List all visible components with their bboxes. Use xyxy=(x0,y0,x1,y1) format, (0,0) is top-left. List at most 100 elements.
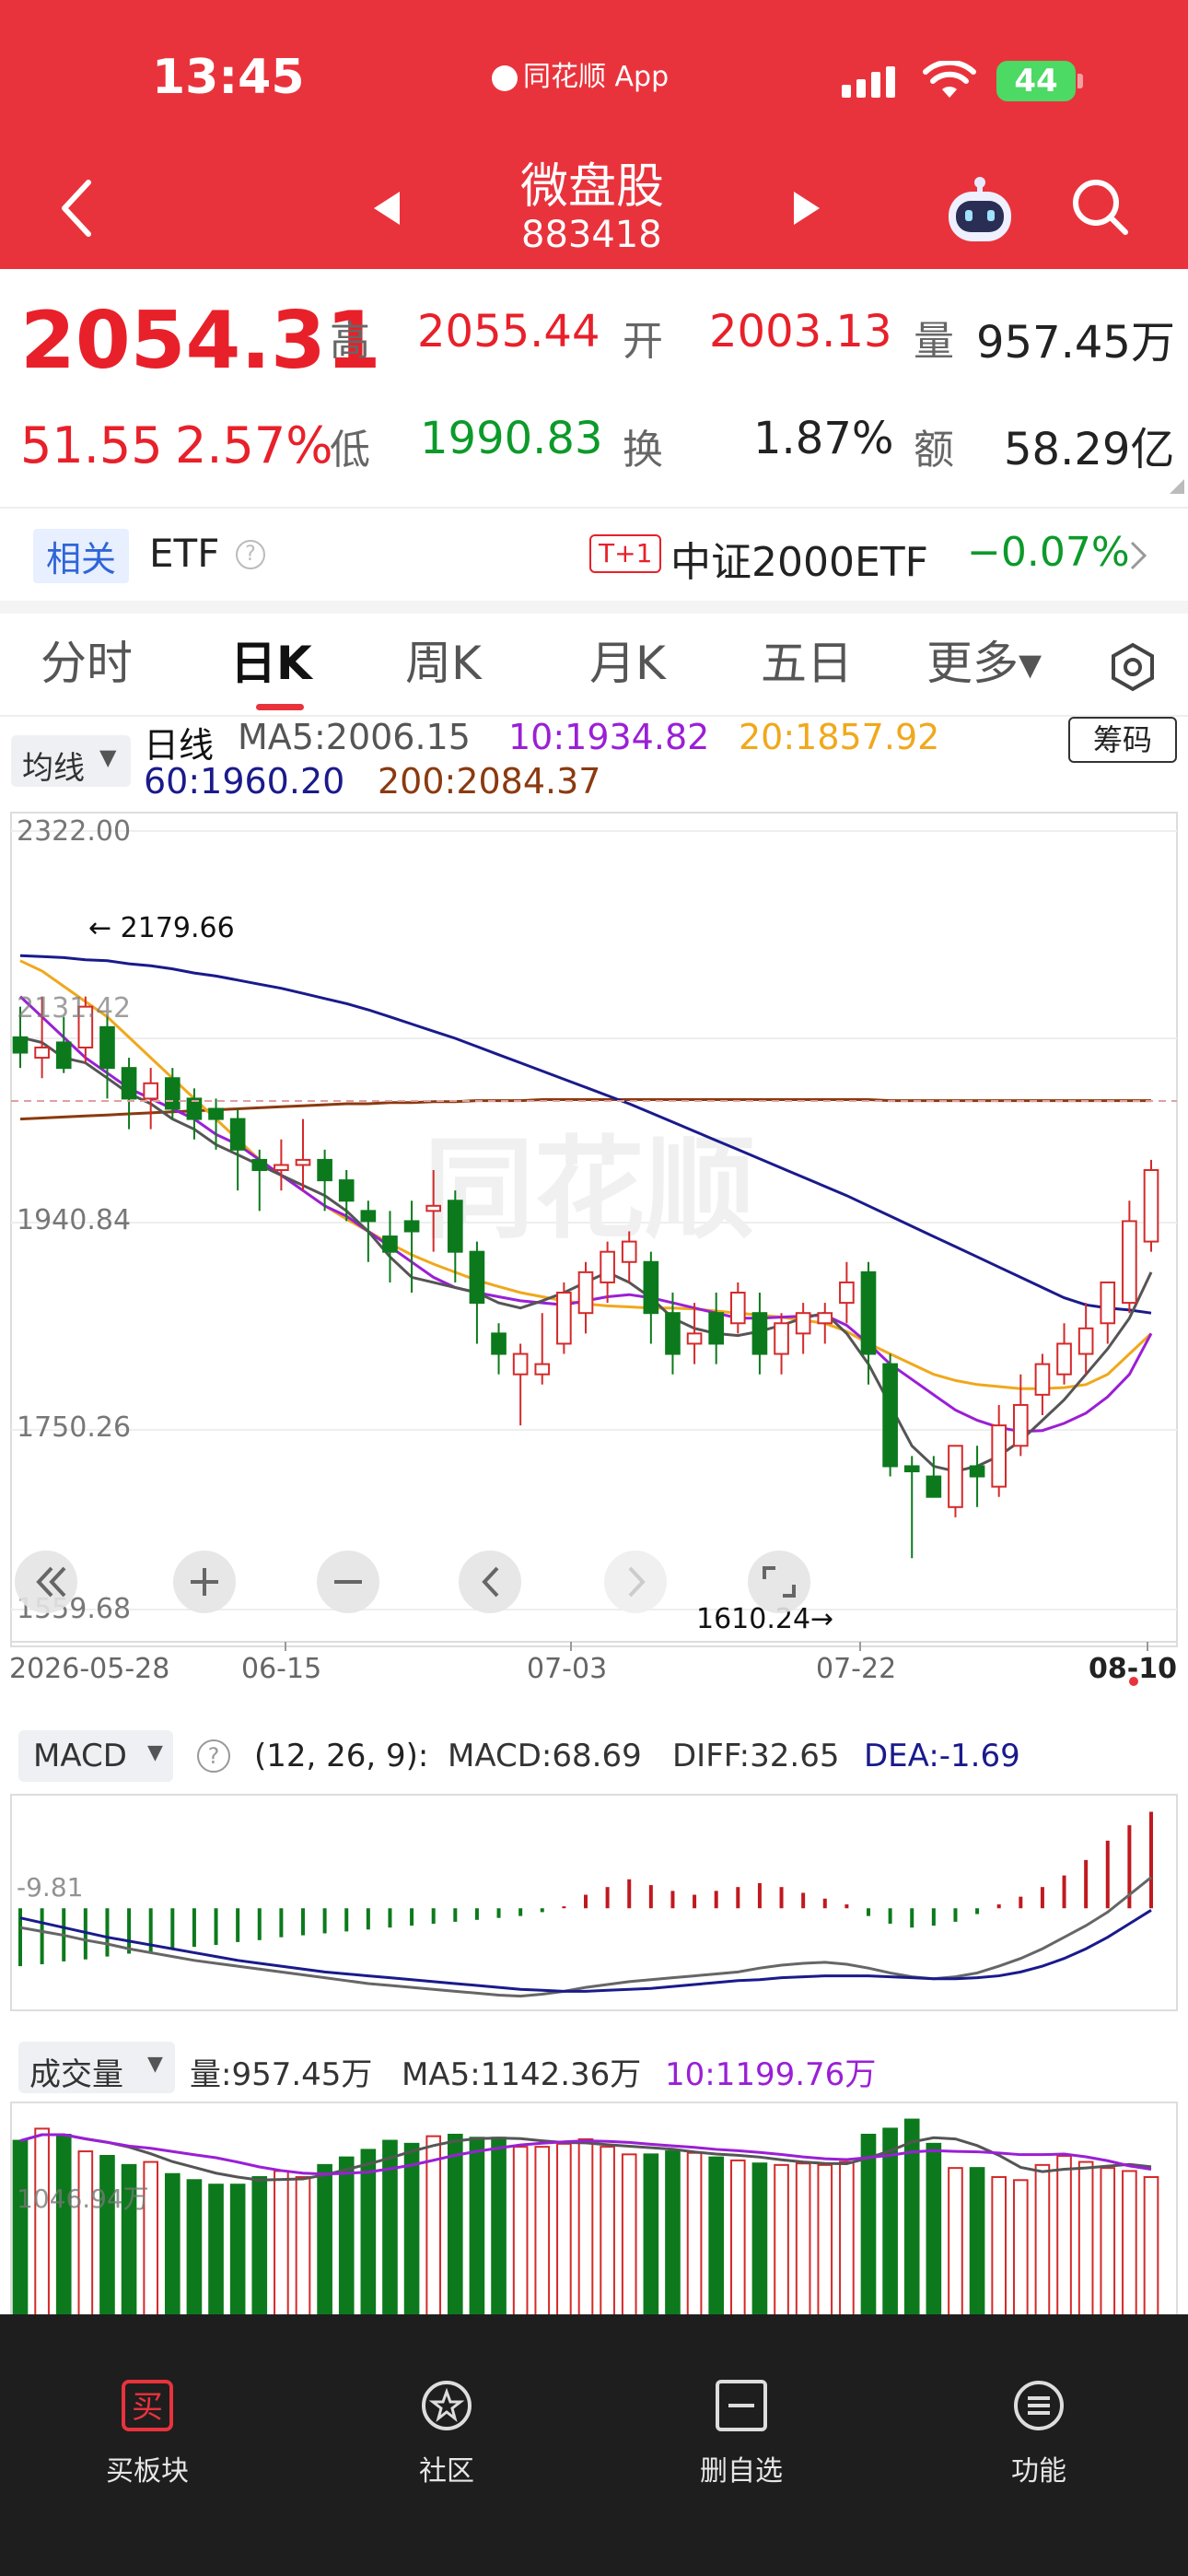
remove-watchlist-icon xyxy=(716,2380,767,2431)
candle-up xyxy=(143,1082,159,1100)
candle-down xyxy=(251,1158,268,1172)
volume-bar-down xyxy=(643,2153,659,2326)
volume-bar-up xyxy=(1143,2176,1159,2326)
candle-down xyxy=(643,1260,659,1315)
turnover-value: 1.87% xyxy=(753,413,894,464)
community-icon xyxy=(422,2381,472,2430)
next-stock-icon[interactable] xyxy=(790,190,823,227)
kline-chart[interactable]: 同花顺 2322.00 1940.84 1750.26 1559.68 2131… xyxy=(0,803,1188,1660)
volume-bar-up xyxy=(991,2176,1007,2326)
signal-icon xyxy=(842,66,895,98)
fullscreen-button[interactable] xyxy=(748,1551,810,1613)
volume-bar-up xyxy=(534,2146,551,2327)
candle-up xyxy=(425,1204,442,1212)
macd-diff: DIFF:32.65 xyxy=(672,1738,840,1774)
ma60-legend: 60:1960.20 xyxy=(144,761,345,802)
volume-bar-up xyxy=(512,2146,529,2327)
candle-up xyxy=(1143,1169,1159,1243)
section-gap xyxy=(0,601,1188,614)
volume-bar-up xyxy=(1034,2163,1051,2326)
volume-bar-down xyxy=(164,2172,181,2327)
scroll-left-button[interactable] xyxy=(459,1551,521,1613)
volume-bar-up xyxy=(1122,2170,1137,2326)
current-dot xyxy=(1129,1677,1138,1686)
candle-up xyxy=(274,1164,289,1172)
low-value: 1990.83 xyxy=(420,413,603,464)
candle-up xyxy=(512,1352,529,1376)
robot-assistant-icon[interactable] xyxy=(943,173,1017,247)
app-header: 13:45 同花顺 App 44 微盘股 883418 xyxy=(0,0,1188,269)
y-tick-label: 1750.26 xyxy=(17,1411,131,1444)
candle-down xyxy=(882,1363,898,1468)
expand-corner-icon[interactable] xyxy=(1170,479,1184,494)
dropdown-icon: ▼ xyxy=(147,2053,163,2076)
candle-down xyxy=(12,1036,29,1054)
prev-stock-icon[interactable] xyxy=(370,190,403,227)
volume-bar-down xyxy=(317,2163,332,2326)
help-icon[interactable]: ? xyxy=(236,540,265,569)
scroll-right-button[interactable] xyxy=(604,1551,667,1613)
ma200-legend: 200:2084.37 xyxy=(378,761,601,802)
volume-bar-up xyxy=(295,2176,311,2326)
volume-bar-down xyxy=(55,2134,72,2326)
candle-up xyxy=(1034,1363,1051,1396)
volume-bar-down xyxy=(491,2137,507,2326)
volume-bar-up xyxy=(774,2163,789,2326)
tab-weekly-k[interactable]: 周K xyxy=(405,626,482,693)
open-label: 开 xyxy=(623,318,663,365)
ma-selector[interactable]: 均线 ▼ xyxy=(11,735,131,787)
ma10-legend: 10:1934.82 xyxy=(508,717,710,757)
app-name: 同花顺 App xyxy=(523,61,670,93)
search-icon[interactable] xyxy=(1070,177,1131,238)
related-badge: 相关 xyxy=(33,529,130,583)
candle-down xyxy=(229,1118,246,1151)
candle-up xyxy=(534,1363,551,1376)
candle-up xyxy=(817,1312,833,1325)
tab-timeshare[interactable]: 分时 xyxy=(41,626,133,693)
bottom-nav: 买 买板块 社区 删自选 功能 xyxy=(0,2314,1188,2576)
candle-down xyxy=(403,1220,420,1233)
volume-bar-up xyxy=(817,2163,833,2326)
nav-label: 删自选 xyxy=(700,2455,783,2488)
wifi-icon xyxy=(923,61,976,98)
tab-monthly-k[interactable]: 月K xyxy=(589,626,666,693)
macd-chart[interactable]: -9.81 xyxy=(0,1793,1188,2014)
etf-label: ETF xyxy=(149,531,220,576)
volume-today: 量:957.45万 xyxy=(190,2056,373,2093)
volume-bar-down xyxy=(360,2149,377,2326)
volume-value: 957.45万 xyxy=(976,317,1175,369)
related-etf-row[interactable]: 相关 ETF ? T+1 中证2000ETF −0.07% xyxy=(0,509,1188,601)
app-logo-icon xyxy=(492,64,518,91)
candle-up xyxy=(577,1270,594,1315)
chips-button-label: 筹码 xyxy=(1092,722,1152,757)
scroll-left-fast-button[interactable] xyxy=(15,1551,77,1613)
zoom-out-button[interactable] xyxy=(317,1551,379,1613)
zoom-in-button[interactable] xyxy=(173,1551,236,1613)
volume-bar-down xyxy=(469,2137,485,2326)
volume-bar-up xyxy=(839,2160,855,2326)
chips-button[interactable]: 筹码 xyxy=(1068,717,1177,763)
tab-five-day[interactable]: 五日 xyxy=(761,626,853,693)
volume-bar-down xyxy=(338,2156,355,2327)
candle-down xyxy=(121,1067,137,1100)
volume-left-label: 1046.94万 xyxy=(17,2184,149,2214)
volume-selector[interactable]: 成交量 ▼ xyxy=(18,2042,175,2093)
turnover-label: 换 xyxy=(623,427,663,474)
tab-daily-k[interactable]: 日K xyxy=(230,626,312,693)
candle-down xyxy=(860,1270,877,1355)
battery-icon: 44 xyxy=(996,61,1076,101)
macd-help-icon[interactable]: ? xyxy=(197,1739,230,1773)
macd-histogram xyxy=(18,1811,1153,1967)
quote-panel: 2054.31 51.55 2.57% 高 2055.44 开 2003.13 … xyxy=(0,269,1188,504)
settings-hex-icon[interactable] xyxy=(1107,641,1159,693)
x-tick-label: 07-03 xyxy=(527,1653,608,1685)
back-icon[interactable] xyxy=(57,179,94,238)
volume-bar-up xyxy=(425,2135,442,2327)
volume-chart[interactable]: 1046.94万 xyxy=(0,2101,1188,2331)
left-partial-label: 2131.42 xyxy=(17,992,131,1025)
candle-down xyxy=(447,1200,463,1253)
max-annotation: ← 2179.66 xyxy=(88,912,235,944)
macd-selector[interactable]: MACD ▼ xyxy=(18,1730,173,1782)
macd-params: (12, 26, 9): xyxy=(254,1738,429,1774)
tab-more[interactable]: 更多▾ xyxy=(926,626,1042,693)
